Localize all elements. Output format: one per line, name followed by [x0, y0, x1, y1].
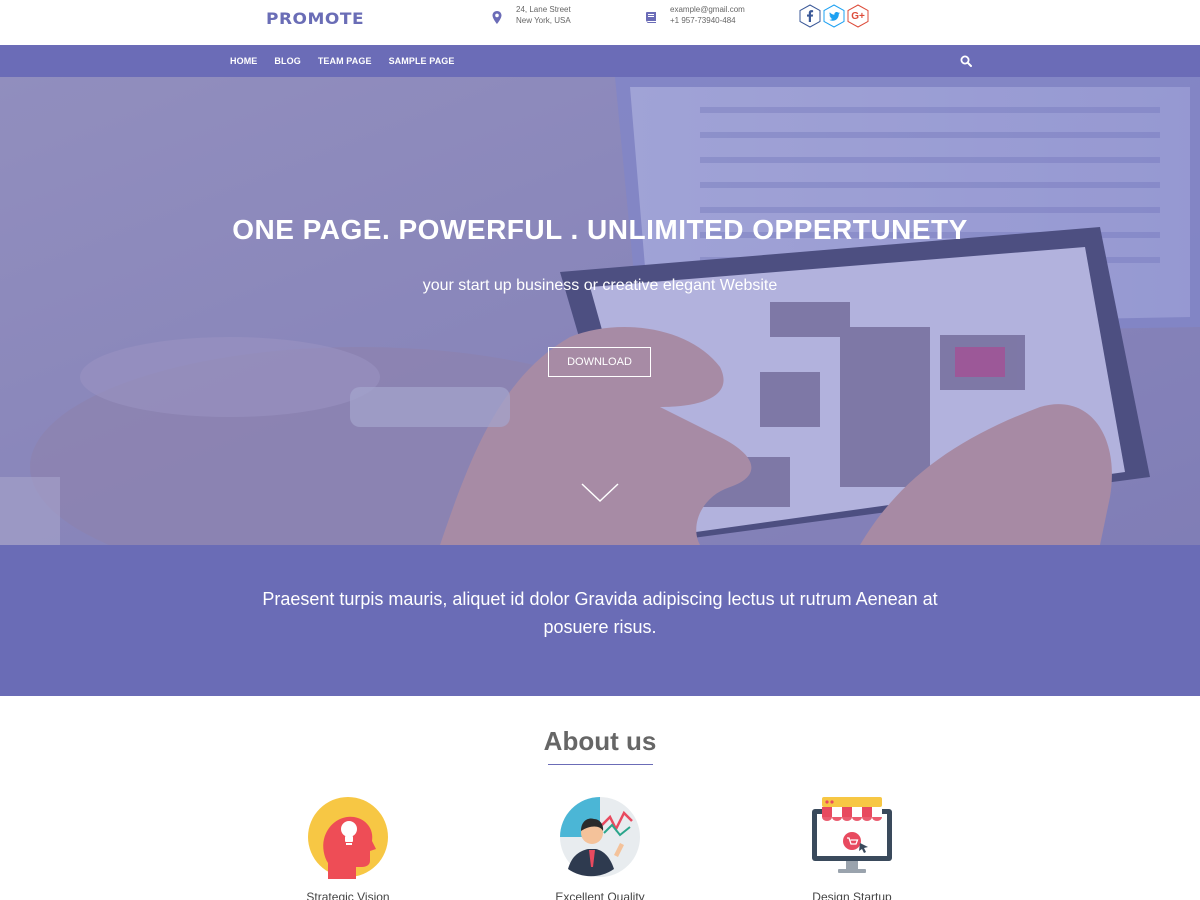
- facebook-icon[interactable]: [799, 4, 821, 28]
- book-icon: [644, 10, 658, 24]
- download-button[interactable]: DOWNLOAD: [548, 347, 651, 377]
- nav-item-sample-page[interactable]: SAMPLE PAGE: [389, 56, 455, 66]
- about-title: About us: [543, 726, 657, 756]
- feature-excellent-quality: Excellent Quality: [520, 795, 680, 900]
- hero-banner: ONE PAGE. POWERFUL . UNLIMITED OPPERTUNE…: [0, 77, 1200, 545]
- google-plus-icon[interactable]: G+: [847, 4, 869, 28]
- email-text[interactable]: example@gmail.com: [670, 4, 745, 15]
- businessman-chart-icon: [558, 795, 642, 879]
- hero-overlay: [0, 77, 1200, 545]
- intro-band: Praesent turpis mauris, aliquet id dolor…: [0, 545, 1200, 696]
- about-divider: [548, 764, 653, 765]
- online-shop-icon: [810, 795, 894, 879]
- nav-item-team-page[interactable]: TEAM PAGE: [318, 56, 372, 66]
- hero-title: ONE PAGE. POWERFUL . UNLIMITED OPPERTUNE…: [232, 214, 968, 245]
- map-pin-icon: [490, 10, 504, 24]
- feature-label: Excellent Quality: [555, 890, 645, 900]
- site-logo[interactable]: PROMOTE: [266, 10, 364, 29]
- nav-item-blog[interactable]: BLOG: [274, 56, 300, 66]
- address-line-2: New York, USA: [516, 16, 571, 25]
- hero-subtitle: your start up business or creative elega…: [422, 277, 778, 294]
- address-line-1: 24, Lane Street: [516, 5, 571, 14]
- lightbulb-head-icon: [306, 795, 390, 879]
- feature-design-startup: Design Startup: [772, 795, 932, 900]
- top-header: PROMOTE 24, Lane Street New York, USA ex…: [0, 0, 1200, 45]
- social-links: G+: [799, 4, 869, 28]
- contact-block: example@gmail.com +1 957-73940-484: [644, 4, 745, 26]
- feature-label: Design Startup: [812, 890, 892, 900]
- main-nav: HOME BLOG TEAM PAGE SAMPLE PAGE: [0, 45, 1200, 77]
- chevron-down-icon[interactable]: [580, 482, 620, 504]
- feature-label: Strategic Vision: [306, 890, 390, 900]
- address-block: 24, Lane Street New York, USA: [490, 4, 571, 26]
- phone-text[interactable]: +1 957-73940-484: [670, 15, 745, 26]
- intro-text: Praesent turpis mauris, aliquet id dolor…: [262, 589, 938, 637]
- twitter-icon[interactable]: [823, 4, 845, 28]
- feature-strategic-vision: Strategic Vision: [268, 795, 428, 900]
- search-icon[interactable]: [960, 54, 974, 68]
- nav-item-home[interactable]: HOME: [230, 56, 257, 66]
